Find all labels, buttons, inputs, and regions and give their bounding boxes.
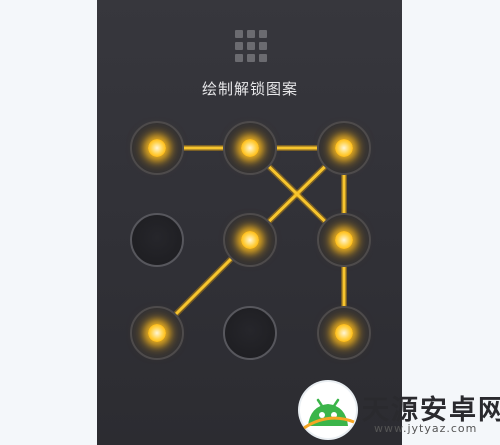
pattern-node-6[interactable]	[317, 213, 371, 267]
pattern-node-7[interactable]	[130, 306, 184, 360]
watermark-logo: 天源安卓网 www.jytyaz.com	[300, 382, 500, 440]
pattern-node-4[interactable]	[130, 213, 184, 267]
pattern-node-3[interactable]	[317, 121, 371, 175]
watermark-url: www.jytyaz.com	[374, 422, 478, 435]
pattern-node-5[interactable]	[223, 213, 277, 267]
lock-title: 绘制解锁图案	[201, 80, 298, 98]
grid-icon[interactable]	[235, 30, 267, 62]
pattern-node-8[interactable]	[223, 306, 277, 360]
android-logo-icon	[300, 382, 356, 438]
pattern-node-9[interactable]	[317, 306, 371, 360]
pattern-node-1[interactable]	[130, 121, 184, 175]
screenshot-stage: 绘制解锁图案 天源安卓网 www.jytyaz.com	[0, 0, 500, 445]
pattern-node-2[interactable]	[223, 121, 277, 175]
